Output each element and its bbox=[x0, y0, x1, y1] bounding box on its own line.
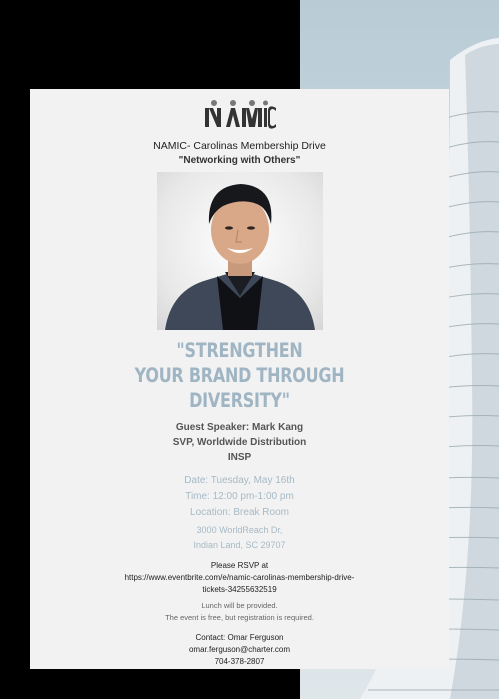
contact-name: Contact: Omar Ferguson bbox=[195, 633, 284, 642]
address-line: Indian Land, SC 29707 bbox=[193, 540, 286, 550]
speaker-photo bbox=[157, 172, 323, 330]
headline: "STRENGTHEN YOUR BRAND THROUGH DIVERSITY… bbox=[68, 338, 412, 413]
contact-email[interactable]: omar.ferguson@charter.com bbox=[30, 644, 449, 656]
rsvp-label: Please RSVP at bbox=[210, 561, 269, 570]
event-date: Date: Tuesday, May 16th bbox=[184, 475, 295, 486]
headline-line: "STRENGTHEN bbox=[176, 339, 303, 362]
event-location: Location: Break Room bbox=[190, 507, 289, 518]
event-details: Date: Tuesday, May 16th Time: 12:00 pm-1… bbox=[30, 473, 449, 521]
rsvp-block: Please RSVP at https://www.eventbrite.co… bbox=[30, 560, 449, 596]
event-address: 3000 WorldReach Dr, Indian Land, SC 2970… bbox=[30, 523, 449, 553]
speaker-name: Guest Speaker: Mark Kang bbox=[175, 422, 304, 433]
flyer-card: NAMIC- Carolinas Membership Drive "Netwo… bbox=[30, 89, 449, 669]
note-line: Lunch will be provided. bbox=[201, 601, 278, 610]
event-notes: Lunch will be provided. The event is fre… bbox=[30, 600, 449, 624]
contact-phone[interactable]: 704-378-2807 bbox=[30, 656, 449, 668]
address-line: 3000 WorldReach Dr, bbox=[196, 525, 283, 535]
event-subtitle: "Networking with Others" bbox=[178, 155, 301, 166]
headline-line: YOUR BRAND THROUGH bbox=[134, 364, 345, 387]
note-line: The event is free, but registration is r… bbox=[165, 613, 314, 622]
contact-block: Contact: Omar Ferguson omar.ferguson@cha… bbox=[30, 632, 449, 668]
speaker-role: SVP, Worldwide Distribution bbox=[172, 437, 307, 448]
rsvp-link[interactable]: tickets-34255632519 bbox=[30, 584, 449, 596]
event-time: Time: 12:00 pm-1:00 pm bbox=[185, 491, 294, 502]
headline-line: DIVERSITY" bbox=[189, 389, 290, 412]
speaker-company: INSP bbox=[227, 452, 252, 463]
namic-logo bbox=[30, 99, 449, 133]
rsvp-link[interactable]: https://www.eventbrite.com/e/namic-carol… bbox=[30, 572, 449, 584]
event-title: NAMIC- Carolinas Membership Drive bbox=[153, 140, 326, 152]
speaker-info: Guest Speaker: Mark Kang SVP, Worldwide … bbox=[30, 420, 449, 465]
